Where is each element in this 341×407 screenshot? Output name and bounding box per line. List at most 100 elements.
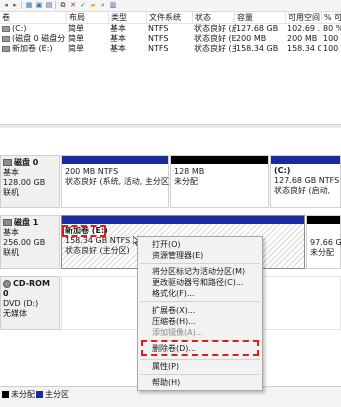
disk-0-label[interactable]: 磁盘 0 基本 128.00 GB 联机 [0,155,60,208]
volume-row[interactable]: (磁盘 0 磁盘分区 1) 简单 基本 NTFS 状态良好 (EFI ... 2… [0,34,341,44]
partition-size: 127.68 GB NTFS [274,176,340,185]
volume-percent-free: 80 % [323,24,341,33]
delete-icon[interactable]: ✕ [69,1,77,9]
partition-bar [62,156,168,164]
volume-name-text: 新加卷 (E:) [12,44,53,53]
partition-bar [171,156,268,164]
disk-name: 磁盘 0 [14,158,39,167]
connect-icon[interactable]: ⧉ [59,1,67,9]
disk-name: 磁盘 1 [14,218,39,227]
disk-1-label[interactable]: 磁盘 1 基本 256.00 GB 联机 [0,215,60,269]
volume-row[interactable]: (C:) 简单 基本 NTFS 状态良好 (启动... 127.68 GB 10… [0,24,341,34]
column-header-free-space[interactable]: 可用空间 [285,12,322,23]
volume-free-space: 102.69 ... [287,24,321,33]
partition-status: 状态良好 (启动, [274,186,331,195]
volume-layout: 简单 [68,44,84,53]
partition-info: 200 MB NTFS 状态良好 (系统, 活动, 主分区) [65,167,172,187]
disk-type: 基本 [3,168,19,177]
disk-size: 128.00 GB [3,178,46,187]
volume-label-highlight [62,225,106,237]
column-header-percent-free[interactable]: % 可用 [321,12,341,23]
volume-name: (C:) [0,24,66,34]
volume-status: 状态良好 (启动... [194,24,236,33]
partition-bar [271,156,340,164]
cdrom-0-label[interactable]: CD-ROM 0 DVD (D:) 无媒体 [0,276,60,330]
view-icon[interactable]: ▥ [109,1,117,9]
menu-separator [140,359,260,360]
partition-volume-name: (C:) [274,166,291,175]
disk-type: DVD (D:) [3,299,39,308]
volume-list: 卷 布局 类型 文件系统 状态 容量 可用空间 % 可用 (C:) 简单 基本 … [0,12,341,124]
column-header-filesystem[interactable]: 文件系统 [146,12,193,23]
menu-separator [140,301,260,302]
menu-item-extend-volume[interactable]: 扩展卷(X)... [152,305,195,316]
menu-item-format[interactable]: 格式化(F)... [152,288,194,299]
legend-label: 主分区 [45,390,69,399]
partition-unallocated[interactable]: 97.66 GB 未分配 [306,215,341,269]
toolbar-separator [55,1,56,9]
volume-layout: 简单 [68,24,84,33]
volume-row[interactable]: 新加卷 (E:) 简单 基本 NTFS 状态良好 (主分区) 158.34 GB… [0,44,341,54]
disk-icon [3,159,12,166]
volume-status: 状态良好 (主分区) [194,44,236,53]
column-header-capacity[interactable]: 容量 [234,12,286,23]
volume-icon [2,35,10,42]
partition-c[interactable]: (C:) 127.68 GB NTFS 状态良好 (启动, [270,155,341,208]
disk-0-name-row: 磁盘 0 [3,158,57,168]
partition-unallocated[interactable]: 128 MB 未分配 [170,155,269,208]
help-icon[interactable]: ▣ [35,1,43,9]
volume-type: 基本 [110,44,126,53]
volume-layout: 简单 [68,34,84,43]
menu-item-help[interactable]: 帮助(H) [152,377,180,388]
disk-1-name-row: 磁盘 1 [3,218,57,228]
search-icon[interactable]: ⌕ [99,1,107,9]
legend-label: 未分配 [11,390,35,399]
volume-name-text: (C:) [12,24,27,33]
menu-item-open[interactable]: 打开(O) [152,239,181,250]
disk-icon [3,219,12,226]
toolbar-separator [21,1,22,9]
menu-separator [140,263,260,264]
partition-info: 128 MB 未分配 [174,167,204,187]
forward-icon[interactable]: ▸ [11,1,19,9]
partition-status: 未分配 [310,248,334,257]
column-header-layout[interactable]: 布局 [66,12,109,23]
volume-capacity: 127.68 GB [236,24,279,33]
partition-status: 未分配 [174,177,198,186]
console-tree-icon[interactable]: ▦ [25,1,33,9]
menu-item-change-drive-letter[interactable]: 更改驱动器号和路径(C)... [152,277,243,288]
menu-item-properties[interactable]: 属性(P) [152,361,179,372]
partition-status: 状态良好 (系统, 活动, 主分区) [65,177,172,186]
legend-swatch-unallocated [2,391,9,398]
partition-bar [307,216,340,224]
column-header-status[interactable]: 状态 [192,12,235,23]
volume-capacity: 158.34 GB [236,44,279,53]
volume-type: 基本 [110,34,126,43]
volume-name: 新加卷 (E:) [0,44,66,54]
folder-icon[interactable]: ▰ [89,1,97,9]
delete-volume-highlight [141,340,259,356]
checkmark-icon[interactable]: ✓ [79,1,87,9]
menu-item-shrink-volume[interactable]: 压缩卷(H)... [152,316,196,327]
disk-type: 基本 [3,228,19,237]
volume-name-text: (磁盘 0 磁盘分区 1) [12,34,66,43]
partition-size: 97.66 GB [310,238,341,247]
column-header-type[interactable]: 类型 [108,12,147,23]
menu-item-explorer[interactable]: 资源管理器(E) [152,250,203,261]
toolbar: ◂ ▸ ▦ ▣ ▤ ⧉ ✕ ✓ ▰ ⌕ ▥ [0,0,341,12]
volume-percent-free: 100 % [323,44,341,53]
partition-bar [62,216,304,224]
cdrom-icon [3,279,11,288]
volume-free-space: 200 MB [287,34,318,43]
volume-filesystem: NTFS [148,44,169,53]
column-header-volume[interactable]: 卷 [0,12,64,23]
partition-size: 200 MB NTFS [65,167,119,176]
back-icon[interactable]: ◂ [2,1,10,9]
volume-status: 状态良好 (EFI ... [194,34,236,43]
menu-item-mark-active[interactable]: 将分区标记为活动分区(M) [152,266,245,277]
volume-free-space: 158.34 GB [287,44,321,53]
disk-status: 联机 [3,248,19,257]
partition-size: 128 MB [174,167,205,176]
properties-icon[interactable]: ▤ [45,1,53,9]
partition-efi[interactable]: 200 MB NTFS 状态良好 (系统, 活动, 主分区) [61,155,172,208]
